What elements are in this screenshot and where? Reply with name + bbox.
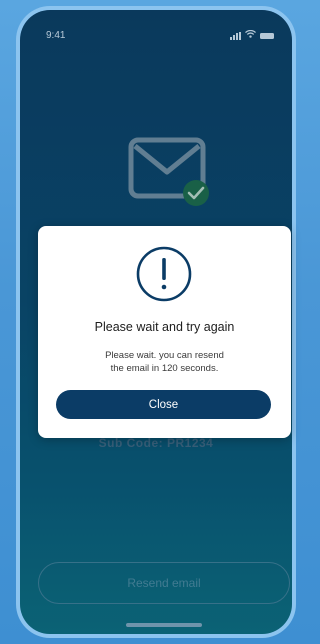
dialog-title: Please wait and try again — [94, 320, 235, 334]
wait-dialog: Please wait and try again Please wait. y… — [38, 226, 291, 438]
dialog-message: Please wait. you can resend the email in… — [68, 349, 261, 375]
dialog-message-line-2: the email in 120 seconds. — [110, 363, 219, 374]
close-button[interactable]: Close — [56, 390, 271, 419]
dialog-message-line-1: Please wait. you can resend — [105, 350, 224, 361]
alert-icon — [134, 244, 194, 304]
